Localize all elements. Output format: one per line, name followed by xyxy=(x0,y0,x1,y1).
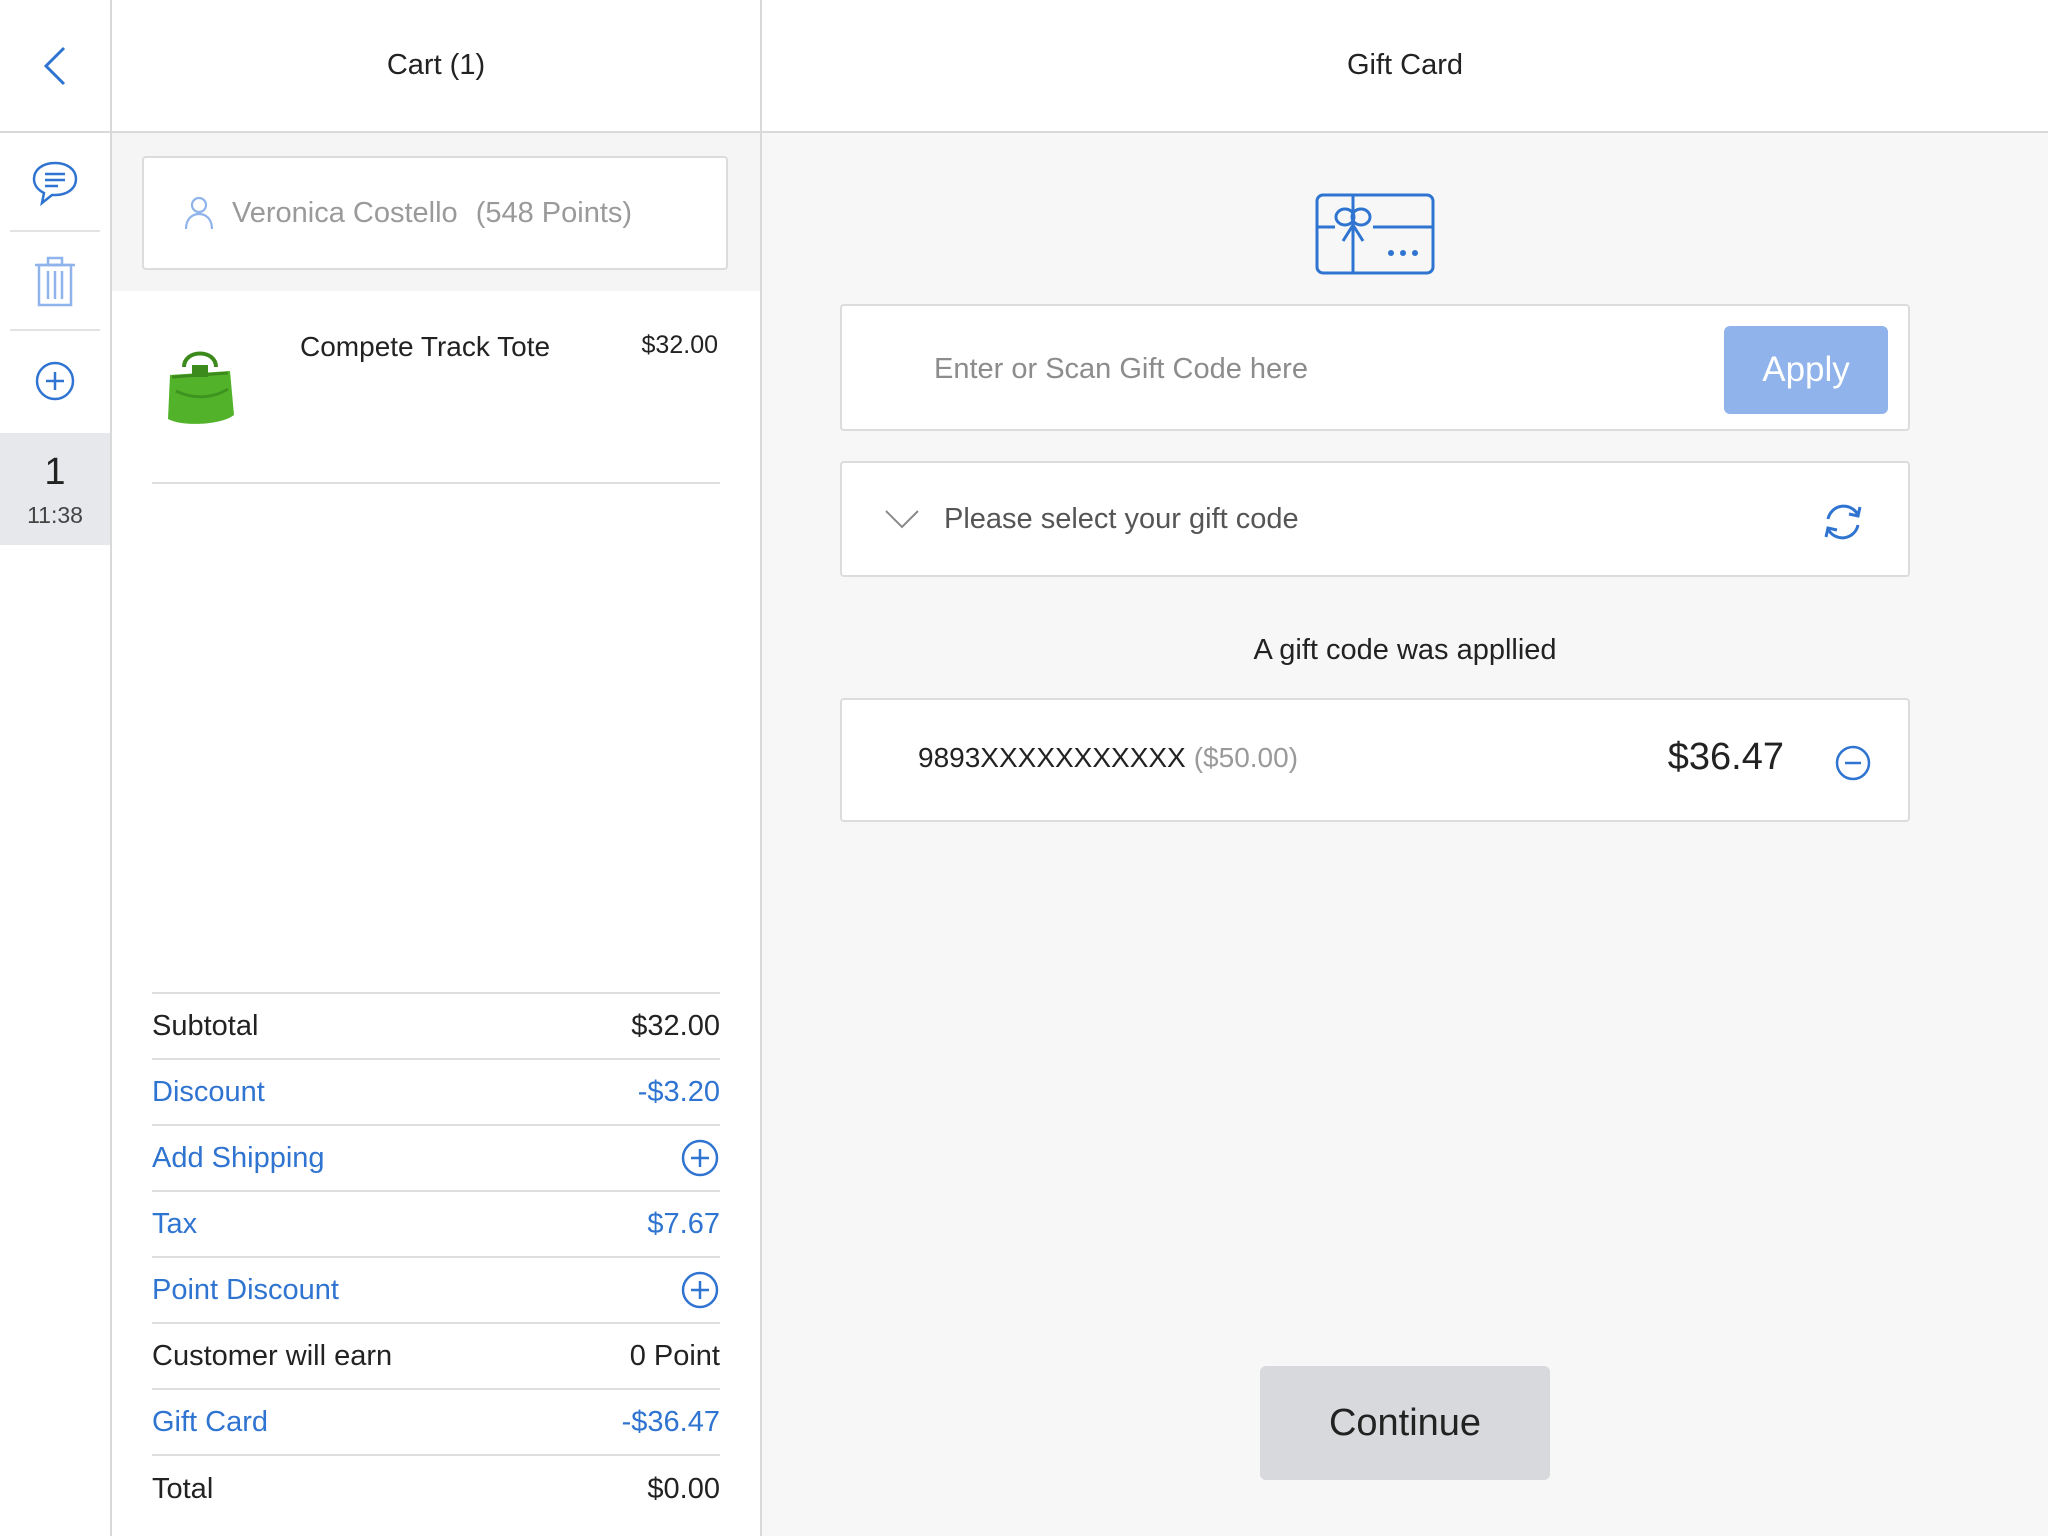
totals-section: Subtotal $32.00 Discount -$3.20 Add Ship… xyxy=(152,992,720,1522)
gift-card-panel: Gift Card Apply Please select your gift … xyxy=(762,0,2048,1536)
subtotal-value: $32.00 xyxy=(631,1009,720,1042)
subtotal-row: Subtotal $32.00 xyxy=(152,994,720,1060)
earn-label: Customer will earn xyxy=(152,1339,393,1372)
left-rail: 1 11:38 xyxy=(0,0,112,1536)
applied-original-balance: ($50.00) xyxy=(1193,742,1299,773)
discount-row[interactable]: Discount -$3.20 xyxy=(152,1060,720,1126)
gift-card-title: Gift Card xyxy=(762,0,2048,133)
add-shipping-row[interactable]: Add Shipping xyxy=(152,1126,720,1192)
applied-code-text: 9893XXXXXXXXXXX ($50.00) xyxy=(918,742,1298,774)
tax-value: $7.67 xyxy=(647,1207,720,1240)
plus-circle-icon[interactable] xyxy=(680,1270,720,1310)
giftcard-label: Gift Card xyxy=(152,1405,269,1438)
comment-icon xyxy=(32,161,78,206)
refresh-icon[interactable] xyxy=(1820,499,1866,545)
comment-button[interactable] xyxy=(0,133,110,232)
add-cart-button[interactable] xyxy=(0,331,110,430)
point-discount-label: Point Discount xyxy=(152,1273,339,1306)
order-number: 1 xyxy=(44,450,66,493)
total-value: $0.00 xyxy=(647,1472,720,1505)
total-label: Total xyxy=(152,1472,214,1505)
gift-code-input[interactable] xyxy=(934,342,1634,396)
gift-card-icon xyxy=(1315,193,1435,275)
cart-panel: Cart (1) Veronica Costello (548 Points) … xyxy=(112,0,762,1536)
shipping-label: Add Shipping xyxy=(152,1141,325,1174)
giftcard-row[interactable]: Gift Card -$36.47 xyxy=(152,1390,720,1456)
tax-label: Tax xyxy=(152,1207,198,1240)
continue-button[interactable]: Continue xyxy=(1260,1366,1550,1480)
add-circle-icon xyxy=(35,361,75,400)
tax-row[interactable]: Tax $7.67 xyxy=(152,1192,720,1258)
applied-gift-code: 9893XXXXXXXXXXX ($50.00) $36.47 xyxy=(840,698,1910,822)
applied-code: 9893XXXXXXXXXXX xyxy=(918,742,1186,773)
customer-selector[interactable]: Veronica Costello (548 Points) xyxy=(142,156,728,270)
item-name: Compete Track Tote xyxy=(300,331,551,362)
discount-label: Discount xyxy=(152,1075,265,1108)
cart-title: Cart (1) xyxy=(112,0,760,133)
applied-amount: $36.47 xyxy=(1667,736,1784,778)
subtotal-label: Subtotal xyxy=(152,1009,259,1042)
chevron-down-icon xyxy=(885,510,919,529)
back-chevron-icon xyxy=(43,46,66,85)
earn-value: 0 Point xyxy=(629,1339,720,1372)
discount-value: -$3.20 xyxy=(637,1075,720,1108)
giftcard-value: -$36.47 xyxy=(621,1405,720,1438)
order-tab[interactable]: 1 11:38 xyxy=(0,433,110,545)
customer-points: (548 Points) xyxy=(475,196,633,229)
item-price: $32.00 xyxy=(641,331,718,359)
total-row: Total $0.00 xyxy=(152,1456,720,1522)
gift-code-entry: Apply xyxy=(840,304,1910,431)
product-thumbnail xyxy=(168,351,234,424)
back-button[interactable] xyxy=(0,0,110,133)
gift-code-select[interactable]: Please select your gift code xyxy=(840,461,1910,577)
delete-cart-button[interactable] xyxy=(0,232,110,331)
gift-code-select-label: Please select your gift code xyxy=(944,502,1299,535)
point-discount-row[interactable]: Point Discount xyxy=(152,1258,720,1324)
cart-item[interactable]: Compete Track Tote $32.00 xyxy=(152,291,720,484)
apply-button[interactable]: Apply xyxy=(1724,326,1888,414)
customer-area: Veronica Costello (548 Points) xyxy=(112,133,760,291)
earn-row: Customer will earn 0 Point xyxy=(152,1324,720,1390)
customer-name: Veronica Costello xyxy=(232,196,458,229)
user-icon xyxy=(184,196,214,230)
order-time: 11:38 xyxy=(27,501,83,528)
applied-title: A gift code was appllied xyxy=(1253,634,1557,666)
remove-circle-icon[interactable] xyxy=(1834,744,1872,782)
trash-icon xyxy=(35,256,75,306)
plus-circle-icon[interactable] xyxy=(680,1138,720,1178)
